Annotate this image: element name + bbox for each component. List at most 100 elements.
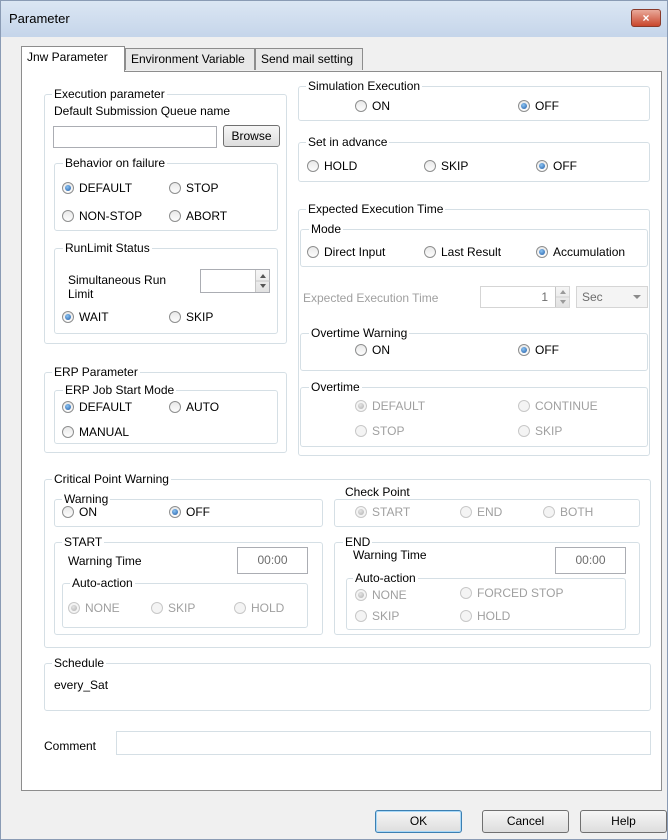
radio-selected-icon <box>62 182 74 194</box>
browse-button[interactable]: Browse <box>223 125 280 147</box>
schedule-title: Schedule <box>52 656 107 670</box>
window-title: Parameter <box>9 11 70 26</box>
spinner-icon[interactable] <box>255 270 270 292</box>
radio-icon <box>62 210 74 222</box>
schedule-group <box>44 663 651 711</box>
radio-icon <box>518 425 530 437</box>
check-point-both-radio[interactable]: BOTH <box>543 505 593 519</box>
radio-label: ON <box>372 343 390 357</box>
radio-icon <box>62 426 74 438</box>
simulation-off-radio[interactable]: OFF <box>518 99 559 113</box>
cancel-button[interactable]: Cancel <box>482 810 569 833</box>
expected-execution-time-title: Expected Execution Time <box>306 202 446 216</box>
mode-last-result-radio[interactable]: Last Result <box>424 245 501 259</box>
help-button[interactable]: Help <box>580 810 667 833</box>
radio-icon <box>355 344 367 356</box>
simultaneous-run-limit-input[interactable] <box>200 269 270 293</box>
radio-label: SKIP <box>441 159 469 173</box>
queue-name-input[interactable] <box>53 126 217 148</box>
tab-environment-variable[interactable]: Environment Variable <box>125 48 255 70</box>
check-point-title: Check Point <box>343 485 412 499</box>
runlimit-skip-radio[interactable]: SKIP <box>169 310 213 324</box>
overtime-stop-radio[interactable]: STOP <box>355 424 404 438</box>
erp-auto-radio[interactable]: AUTO <box>169 400 219 414</box>
start-warning-time-input[interactable]: 00:00 <box>237 547 308 574</box>
comment-input[interactable] <box>116 731 651 755</box>
start-auto-action-title: Auto-action <box>70 576 135 590</box>
expected-time-input[interactable]: 1 <box>480 286 570 308</box>
erp-parameter-title: ERP Parameter <box>52 365 140 379</box>
radio-label: SKIP <box>186 310 214 324</box>
radio-label: STOP <box>186 181 219 195</box>
radio-icon <box>169 401 181 413</box>
end-warning-time-input[interactable]: 00:00 <box>555 547 626 574</box>
behavior-abort-radio[interactable]: ABORT <box>169 209 227 223</box>
radio-label: HOLD <box>251 601 285 615</box>
set-in-advance-title: Set in advance <box>306 135 390 149</box>
radio-icon <box>460 506 472 518</box>
radio-icon <box>355 100 367 112</box>
radio-label: END <box>477 505 503 519</box>
overtime-continue-radio[interactable]: CONTINUE <box>518 399 598 413</box>
behavior-default-radio[interactable]: DEFAULT <box>62 181 132 195</box>
radio-icon <box>424 160 436 172</box>
start-action-none-radio[interactable]: NONE <box>68 601 120 615</box>
chevron-down-icon <box>632 289 642 308</box>
spinner-icon[interactable] <box>555 287 570 307</box>
behavior-stop-radio[interactable]: STOP <box>169 181 218 195</box>
radio-selected-icon <box>536 246 548 258</box>
mode-direct-input-radio[interactable]: Direct Input <box>307 245 385 259</box>
radio-icon <box>543 506 555 518</box>
tab-send-mail-setting[interactable]: Send mail setting <box>255 48 363 70</box>
erp-manual-radio[interactable]: MANUAL <box>62 425 129 439</box>
overtime-warning-on-radio[interactable]: ON <box>355 343 390 357</box>
radio-icon <box>355 610 367 622</box>
radio-icon <box>424 246 436 258</box>
radio-label: STOP <box>372 424 405 438</box>
end-action-hold-radio[interactable]: HOLD <box>460 609 510 623</box>
check-point-end-radio[interactable]: END <box>460 505 502 519</box>
radio-selected-icon <box>518 100 530 112</box>
end-warning-time-label: Warning Time <box>353 548 427 562</box>
runlimit-wait-radio[interactable]: WAIT <box>62 310 109 324</box>
tab-jnw-parameter[interactable]: Jnw Parameter <box>21 46 125 72</box>
advance-skip-radio[interactable]: SKIP <box>424 159 468 173</box>
behavior-on-failure-title: Behavior on failure <box>63 156 168 170</box>
advance-hold-radio[interactable]: HOLD <box>307 159 357 173</box>
ok-button[interactable]: OK <box>375 810 462 833</box>
critical-point-warning-title: Critical Point Warning <box>52 472 171 486</box>
advance-off-radio[interactable]: OFF <box>536 159 577 173</box>
radio-label: BOTH <box>560 505 594 519</box>
radio-label: HOLD <box>324 159 358 173</box>
expected-time-label: Expected Execution Time <box>303 291 439 305</box>
overtime-skip-radio[interactable]: SKIP <box>518 424 562 438</box>
radio-label: SKIP <box>168 601 196 615</box>
end-action-skip-radio[interactable]: SKIP <box>355 609 399 623</box>
critical-warning-on-radio[interactable]: ON <box>62 505 97 519</box>
erp-default-radio[interactable]: DEFAULT <box>62 400 132 414</box>
radio-label: NON-STOP <box>79 209 143 223</box>
end-action-none-radio[interactable]: NONE <box>355 588 407 602</box>
radio-selected-icon <box>518 344 530 356</box>
radio-label: DEFAULT <box>79 400 133 414</box>
radio-selected-icon <box>169 506 181 518</box>
radio-selected-icon <box>355 589 367 601</box>
mode-accumulation-radio[interactable]: Accumulation <box>536 245 625 259</box>
critical-warning-off-radio[interactable]: OFF <box>169 505 210 519</box>
close-button[interactable]: × <box>631 9 661 27</box>
start-action-hold-radio[interactable]: HOLD <box>234 601 284 615</box>
radio-label: Last Result <box>441 245 502 259</box>
radio-icon <box>307 246 319 258</box>
end-action-forced-stop-radio[interactable]: FORCED STOP <box>460 586 563 600</box>
simulation-on-radio[interactable]: ON <box>355 99 390 113</box>
overtime-default-radio[interactable]: DEFAULT <box>355 399 425 413</box>
check-point-start-radio[interactable]: START <box>355 505 410 519</box>
radio-label: ABORT <box>186 209 228 223</box>
simulation-execution-title: Simulation Execution <box>306 79 423 93</box>
behavior-non-stop-radio[interactable]: NON-STOP <box>62 209 142 223</box>
radio-label: OFF <box>535 343 559 357</box>
time-unit-select[interactable]: Sec <box>576 286 648 308</box>
radio-label: CONTINUE <box>535 399 598 413</box>
overtime-warning-off-radio[interactable]: OFF <box>518 343 559 357</box>
start-action-skip-radio[interactable]: SKIP <box>151 601 195 615</box>
